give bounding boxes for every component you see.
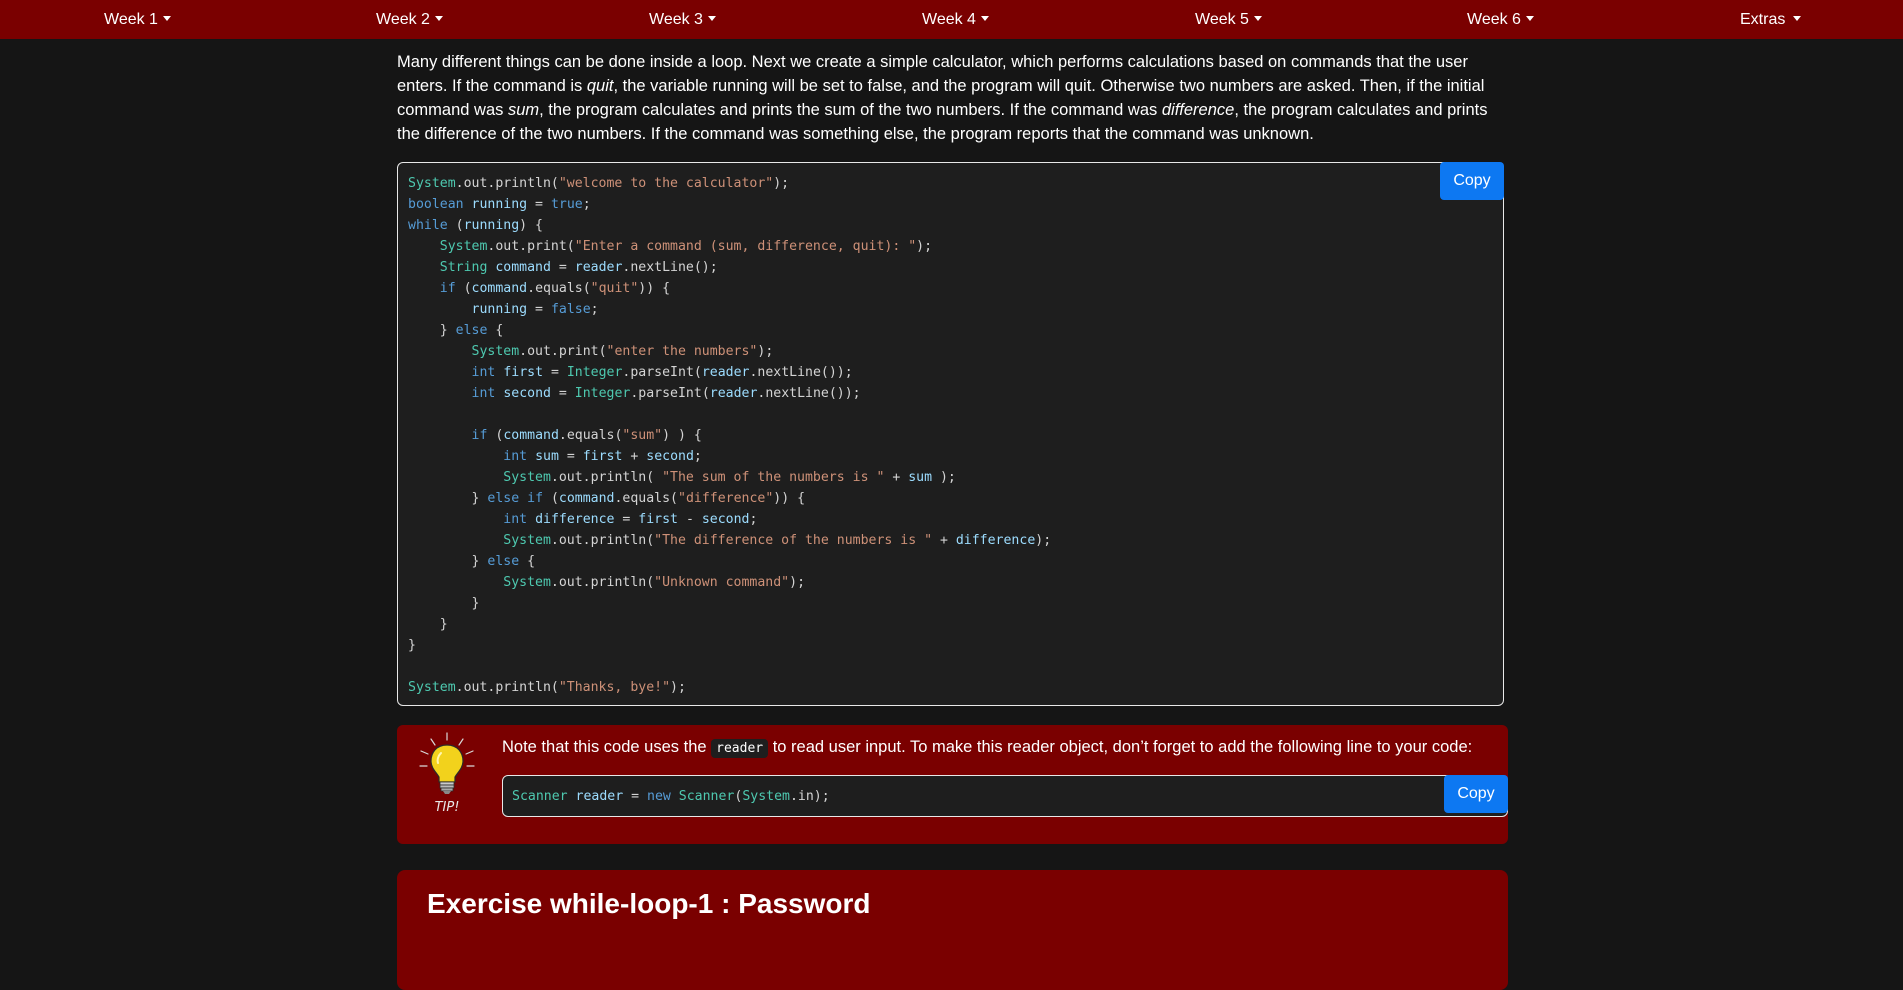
nav-week-4[interactable]: Week 4 <box>922 0 989 39</box>
caret-down-icon <box>1253 16 1262 21</box>
code-line: int sum = first + second; <box>503 449 702 464</box>
tip-text-after: to read user input. To make this reader … <box>768 738 1473 756</box>
nav-week-6[interactable]: Week 6 <box>1467 0 1534 39</box>
tip-code-content: Scanner reader = new Scanner(System.in); <box>503 776 1507 817</box>
nav-extras-label: Extras <box>1740 10 1786 28</box>
caret-down-icon <box>434 16 443 21</box>
tip-text: Note that this code uses the reader to r… <box>502 735 1472 759</box>
code-content: System.out.println("welcome to the calcu… <box>398 163 1503 708</box>
code-line: running = false; <box>471 302 599 317</box>
code-line: System.out.print("enter the numbers"); <box>471 344 774 359</box>
code-line: if (command.equals("sum") ) { <box>471 428 702 443</box>
nav-week-4-label: Week 4 <box>922 10 976 28</box>
code-line: int difference = first - second; <box>503 512 758 527</box>
code-line: } else { <box>408 323 504 338</box>
nav-week-5[interactable]: Week 5 <box>1195 0 1262 39</box>
intro-em-sum: sum <box>507 101 540 119</box>
code-line: System.out.print("Enter a command (sum, … <box>439 239 933 254</box>
caret-down-icon <box>1525 16 1534 21</box>
code-line: } else if (command.equals("difference"))… <box>408 491 806 506</box>
code-line: System.out.println("welcome to the calcu… <box>408 176 790 191</box>
exercise-title: Exercise while-loop-1 : Password <box>427 888 871 919</box>
code-line: if (command.equals("quit")) { <box>439 281 671 296</box>
code-line: } <box>408 638 416 653</box>
code-line: System.out.println("Thanks, bye!"); <box>408 680 686 695</box>
code-line: } <box>471 596 480 611</box>
intro-em-difference: difference <box>1161 101 1235 119</box>
lightbulb-tip-icon: TIP! <box>419 732 475 815</box>
code-line: int first = Integer.parseInt(reader.next… <box>471 365 853 380</box>
intro-em-quit: quit <box>586 77 614 95</box>
code-line: String command = reader.nextLine(); <box>439 260 718 275</box>
calculator-code-block: System.out.println("welcome to the calcu… <box>397 162 1504 706</box>
code-line: } <box>439 617 448 632</box>
nav-week-1[interactable]: Week 1 <box>104 0 171 39</box>
intro-text-3: , the program calculates and prints the … <box>539 101 1162 119</box>
top-navbar: Week 1 Week 2 Week 3 Week 4 Week 5 Week … <box>0 0 1903 39</box>
nav-week-5-label: Week 5 <box>1195 10 1249 28</box>
nav-week-2-label: Week 2 <box>376 10 430 28</box>
caret-down-icon <box>707 16 716 21</box>
code-line: System.out.println( "The sum of the numb… <box>503 470 956 485</box>
tip-caption: TIP! <box>435 800 460 815</box>
tip-box: TIP! Note that this code uses the reader… <box>397 725 1508 844</box>
nav-extras[interactable]: Extras <box>1740 0 1802 39</box>
code-line: Scanner reader = new Scanner(System.in); <box>512 789 830 804</box>
code-line: System.out.println("Unknown command"); <box>503 575 806 590</box>
intro-paragraph: Many different things can be done inside… <box>397 39 1508 146</box>
caret-down-icon <box>1793 16 1802 21</box>
code-line: int second = Integer.parseInt(reader.nex… <box>471 386 861 401</box>
copy-code-button[interactable]: Copy <box>1440 162 1504 200</box>
scanner-code-block: Scanner reader = new Scanner(System.in);… <box>502 775 1508 817</box>
copy-tip-code-button[interactable]: Copy <box>1444 775 1508 813</box>
tip-inline-code: reader <box>711 739 769 758</box>
nav-week-3[interactable]: Week 3 <box>649 0 716 39</box>
nav-week-3-label: Week 3 <box>649 10 703 28</box>
nav-week-2[interactable]: Week 2 <box>376 0 443 39</box>
caret-down-icon <box>162 16 171 21</box>
nav-week-1-label: Week 1 <box>104 10 158 28</box>
code-line: } else { <box>408 554 536 569</box>
code-line: System.out.println("The difference of th… <box>503 533 1052 548</box>
tip-text-before: Note that this code uses the <box>502 738 712 756</box>
code-line: while (running) { <box>408 218 543 233</box>
exercise-box: Exercise while-loop-1 : Password <box>397 870 1508 990</box>
caret-down-icon <box>980 16 989 21</box>
main-content: Many different things can be done inside… <box>397 39 1508 990</box>
nav-week-6-label: Week 6 <box>1467 10 1521 28</box>
code-line: boolean running = true; <box>408 197 591 212</box>
